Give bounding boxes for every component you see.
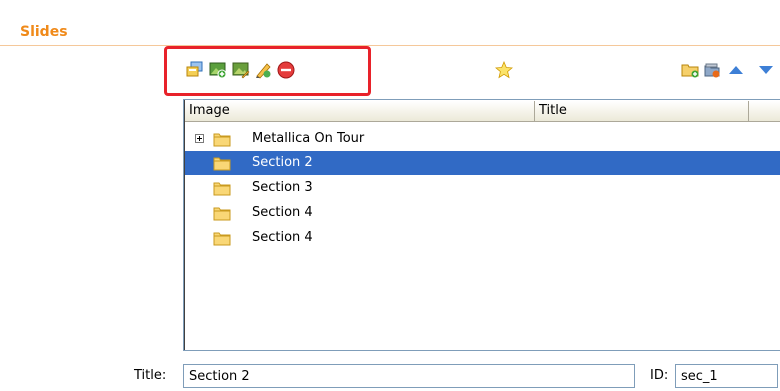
row-label: Section 2 — [252, 155, 313, 170]
tree-row-selected[interactable]: Section 2 — [185, 151, 780, 175]
add-image-icon[interactable] — [209, 61, 227, 79]
column-header-image[interactable]: Image — [185, 101, 535, 121]
tree-row[interactable]: Section 4 — [185, 226, 780, 250]
row-label: Section 3 — [252, 180, 313, 195]
add-slide-icon[interactable] — [186, 61, 204, 79]
folder-icon — [213, 180, 231, 196]
folder-icon — [213, 155, 231, 171]
edit-image-icon[interactable] — [232, 61, 250, 79]
title-input[interactable] — [183, 364, 635, 388]
section-divider — [0, 45, 780, 46]
column-header-title[interactable]: Title — [535, 101, 749, 121]
section-title: Slides — [20, 24, 68, 40]
folder-icon — [213, 230, 231, 246]
section-header: Slides — [0, 0, 780, 46]
edit-pencil-icon[interactable] — [254, 61, 272, 79]
slide-details-form: Title: ID: — [0, 362, 780, 391]
folder-icon — [213, 205, 231, 221]
folder-icon — [213, 131, 231, 147]
row-label: Metallica On Tour — [252, 131, 365, 146]
tree-row[interactable]: Section 4 — [185, 201, 780, 225]
move-down-icon[interactable] — [757, 61, 775, 79]
folder-settings-icon[interactable] — [703, 61, 721, 79]
tree-row[interactable]: Metallica On Tour — [185, 127, 780, 151]
move-up-icon[interactable] — [727, 61, 745, 79]
id-input[interactable] — [675, 364, 778, 388]
row-label: Section 4 — [252, 205, 313, 220]
favorite-star-icon[interactable] — [495, 61, 513, 79]
tree-row[interactable]: Section 3 — [185, 176, 780, 200]
slides-tree[interactable]: Image Title Metallica On Tour Section 2 … — [183, 99, 780, 351]
expand-plus-icon[interactable] — [195, 134, 204, 143]
delete-icon[interactable] — [277, 61, 295, 79]
title-label: Title: — [134, 368, 167, 383]
id-label: ID: — [650, 368, 669, 383]
column-headers: Image Title — [185, 101, 780, 122]
add-folder-icon[interactable] — [681, 61, 699, 79]
row-label: Section 4 — [252, 230, 313, 245]
